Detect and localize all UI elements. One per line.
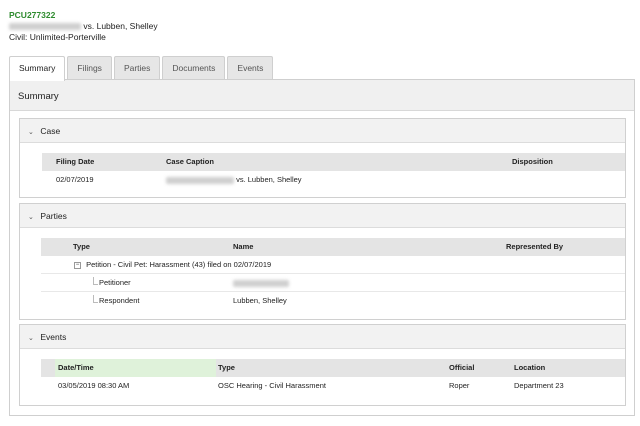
event-location: Department 23 xyxy=(514,381,564,390)
redacted-name xyxy=(166,176,234,184)
case-section: ⌄ Case Filing Date Case Caption Disposit… xyxy=(19,118,626,198)
tab-summary[interactable]: Summary xyxy=(9,56,66,81)
parties-section: ⌄ Parties Type Name Represented By − Pet… xyxy=(19,203,626,320)
table-row: Petitioner xyxy=(41,274,625,292)
party-type: Petitioner xyxy=(99,278,131,287)
tree-connector xyxy=(93,295,98,303)
col-event-type[interactable]: Type xyxy=(218,359,235,377)
panel-title: Summary xyxy=(10,80,634,111)
table-row: 02/07/2019 vs. Lubben, Shelley xyxy=(42,171,625,189)
summary-panel: Summary ⌄ Case Filing Date Case Caption … xyxy=(9,79,635,416)
redacted-name xyxy=(9,23,81,31)
case-header: PCU277322 vs. Lubben, Shelley Civil: Unl… xyxy=(9,10,158,43)
parties-section-title: Parties xyxy=(40,211,67,221)
events-grid: Date/Time Type Official Location 03/05/2… xyxy=(41,359,625,395)
parties-grid: Type Name Represented By − Petition - Ci… xyxy=(41,238,625,310)
chevron-down-icon: ⌄ xyxy=(28,335,34,342)
caption-suffix: vs. Lubben, Shelley xyxy=(236,175,302,184)
parties-grid-header: Type Name Represented By xyxy=(41,238,625,256)
party-type: Respondent xyxy=(99,296,140,305)
events-section-header[interactable]: ⌄ Events xyxy=(20,325,625,349)
col-type[interactable]: Type xyxy=(73,238,90,256)
tab-parties[interactable]: Parties xyxy=(113,56,161,80)
tree-connector xyxy=(93,277,98,285)
events-grid-header: Date/Time Type Official Location xyxy=(41,359,625,377)
redacted-name xyxy=(233,279,289,287)
col-filing-date[interactable]: Filing Date xyxy=(56,153,94,171)
case-section-header[interactable]: ⌄ Case xyxy=(20,119,625,143)
event-type: OSC Hearing - Civil Harassment xyxy=(218,381,326,390)
events-section-title: Events xyxy=(40,332,67,342)
case-section-title: Case xyxy=(40,126,61,136)
col-represented-by[interactable]: Represented By xyxy=(506,238,563,256)
party-group-label: Petition - Civil Pet: Harassment (43) fi… xyxy=(86,260,272,269)
filing-date-value: 02/07/2019 xyxy=(56,175,94,184)
party-name: Lubben, Shelley xyxy=(233,296,287,305)
col-case-caption[interactable]: Case Caption xyxy=(166,153,214,171)
table-row: 03/05/2019 08:30 AM OSC Hearing - Civil … xyxy=(41,377,625,395)
party-group: − Petition - Civil Pet: Harassment (43) … xyxy=(74,256,271,274)
chevron-down-icon: ⌄ xyxy=(28,129,34,136)
tab-documents[interactable]: Documents xyxy=(162,56,226,80)
case-grid-header: Filing Date Case Caption Disposition xyxy=(42,153,625,171)
case-title-suffix: vs. Lubben, Shelley xyxy=(83,21,158,31)
case-grid: Filing Date Case Caption Disposition 02/… xyxy=(42,153,625,189)
party-group-row: − Petition - Civil Pet: Harassment (43) … xyxy=(41,256,625,274)
chevron-down-icon: ⌄ xyxy=(28,214,34,221)
col-date-time[interactable]: Date/Time xyxy=(58,359,94,377)
col-official[interactable]: Official xyxy=(449,359,474,377)
party-name xyxy=(233,274,289,292)
events-section: ⌄ Events Date/Time Type Official Locatio… xyxy=(19,324,626,406)
parties-section-header[interactable]: ⌄ Parties xyxy=(20,204,625,228)
table-row: Respondent Lubben, Shelley xyxy=(41,292,625,310)
tab-bar: Summary Filings Parties Documents Events xyxy=(9,56,275,81)
case-title: vs. Lubben, Shelley xyxy=(9,21,158,32)
event-official: Roper xyxy=(449,381,470,390)
case-caption-value: vs. Lubben, Shelley xyxy=(166,171,302,189)
tab-events[interactable]: Events xyxy=(227,56,274,80)
col-name[interactable]: Name xyxy=(233,238,253,256)
event-datetime: 03/05/2019 08:30 AM xyxy=(58,381,130,390)
case-number: PCU277322 xyxy=(9,10,56,20)
col-location[interactable]: Location xyxy=(514,359,545,377)
col-disposition[interactable]: Disposition xyxy=(512,153,553,171)
minus-box-icon[interactable]: − xyxy=(74,261,81,269)
tab-filings[interactable]: Filings xyxy=(67,56,112,80)
case-type: Civil: Unlimited-Porterville xyxy=(9,32,106,42)
